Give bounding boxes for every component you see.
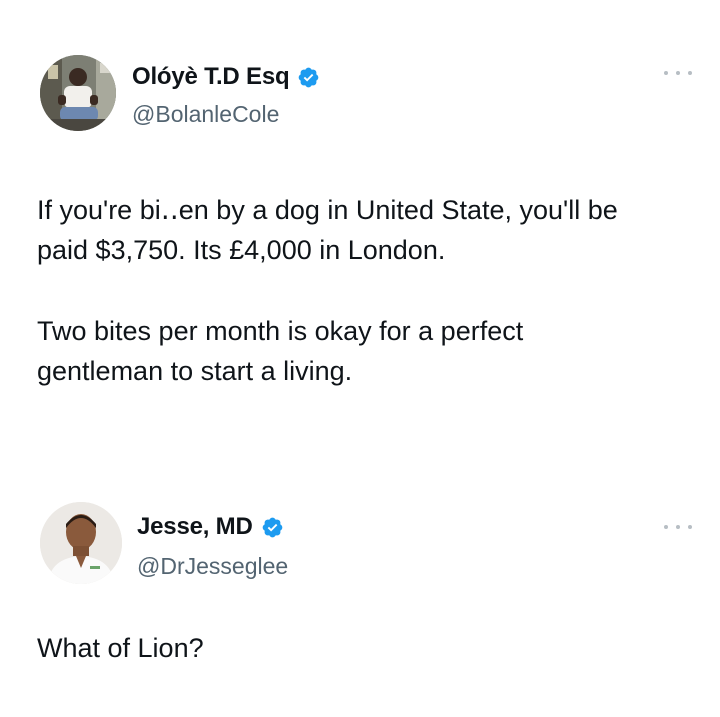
- verified-badge-icon: [299, 67, 319, 87]
- author-row: Olóyè T.D Esq: [132, 63, 320, 91]
- tweet-text-paragraph: If you're bi․․en by a dog in United Stat…: [37, 190, 618, 270]
- verified-badge-icon: [262, 517, 282, 537]
- tweet-text-line: Two bites per month is okay for a perfec…: [37, 316, 524, 346]
- tweet-text-paragraph: What of Lion?: [37, 628, 204, 668]
- tweet-card[interactable]: Jesse, MD @DrJesseglee What of Lion?: [0, 470, 720, 717]
- handle[interactable]: @BolanleCole: [132, 101, 279, 128]
- avatar[interactable]: [40, 55, 116, 131]
- display-name[interactable]: Olóyè T.D Esq: [132, 63, 290, 91]
- author-row: Jesse, MD: [137, 513, 284, 541]
- handle[interactable]: @DrJesseglee: [137, 553, 288, 580]
- tweet-text-line: paid $3,750. Its £4,000 in London.: [37, 235, 446, 265]
- tweet-card[interactable]: Olóyè T.D Esq @BolanleCole If you're bi․…: [0, 0, 720, 470]
- tweet-text-line: gentleman to start a living.: [37, 356, 353, 386]
- person-portrait-photo-icon: [40, 502, 122, 584]
- person-seated-photo-icon: [40, 55, 116, 131]
- tweet-text-line: What of Lion?: [37, 633, 204, 663]
- display-name[interactable]: Jesse, MD: [137, 513, 253, 541]
- tweet-text-line: If you're bi․․en by a dog in United Stat…: [37, 195, 618, 225]
- more-options-icon[interactable]: [664, 522, 692, 532]
- more-options-icon[interactable]: [664, 68, 692, 78]
- tweet-text-paragraph: Two bites per month is okay for a perfec…: [37, 311, 523, 391]
- avatar[interactable]: [40, 502, 122, 584]
